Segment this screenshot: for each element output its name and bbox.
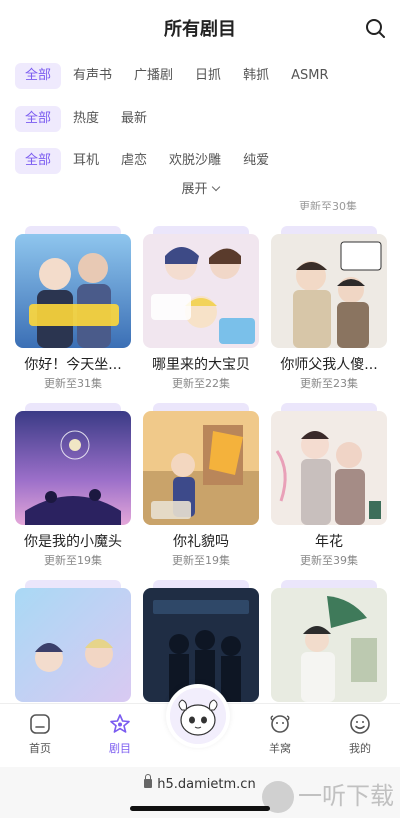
top-bar: 所有剧目 <box>0 0 400 56</box>
tab-mine-label: 我的 <box>349 742 371 755</box>
chip-tag-all[interactable]: 全部 <box>15 148 62 174</box>
drama-episodes: 更新至22集 <box>172 377 230 390</box>
drama-cover <box>271 234 387 348</box>
tab-mine[interactable]: 我的 <box>330 712 390 756</box>
chip-latest[interactable]: 最新 <box>111 106 157 132</box>
filter-row-sort: 全部 热度 最新 <box>0 102 400 136</box>
mascot-avatar <box>170 688 226 744</box>
drama-title: 你是我的小魔头 <box>24 534 122 550</box>
chip-sort-all[interactable]: 全部 <box>15 106 62 132</box>
chip-comedy[interactable]: 欢脱沙雕 <box>159 148 231 174</box>
watermark-text: 一听下载 <box>298 782 394 810</box>
drama-episodes: 更新至19集 <box>172 554 230 567</box>
filter-row-category: 全部 有声书 广播剧 日抓 韩抓 ASMR <box>0 59 400 93</box>
drama-cover <box>271 411 387 525</box>
tab-home[interactable]: 首页 <box>10 712 70 756</box>
sheep-icon <box>270 715 290 733</box>
drama-episodes: 更新至19集 <box>44 554 102 567</box>
chip-korean[interactable]: 韩抓 <box>233 63 279 89</box>
drama-title: 你好！今天坐... <box>24 357 122 373</box>
smile-icon <box>350 714 370 734</box>
drama-episodes: 更新至31集 <box>44 377 102 390</box>
home-indicator <box>130 806 270 811</box>
chip-headphones[interactable]: 耳机 <box>63 148 109 174</box>
drama-cover <box>271 588 387 702</box>
filter-row-tags: 全部 耳机 虐恋 欢脱沙雕 纯爱 <box>0 144 400 178</box>
chevron-down-icon <box>211 182 220 192</box>
expand-filters-button[interactable]: 展开 <box>0 178 400 197</box>
center-mascot-button[interactable] <box>166 684 230 748</box>
url-text: h5.damietm.cn <box>157 777 256 792</box>
tab-dramas[interactable]: 剧目 <box>90 712 150 756</box>
peek-caption: 更新至30集 <box>299 200 357 210</box>
chip-pure-love[interactable]: 纯爱 <box>233 148 279 174</box>
tab-sheep-nest[interactable]: 羊窝 <box>250 712 310 756</box>
expand-label: 展开 <box>181 182 208 197</box>
drama-cover <box>143 234 259 348</box>
chip-popular[interactable]: 热度 <box>63 106 109 132</box>
star-icon <box>110 714 130 733</box>
watermark: 一听下载 <box>262 776 394 813</box>
chip-all[interactable]: 全部 <box>15 63 62 89</box>
chip-angst[interactable]: 虐恋 <box>111 148 157 174</box>
tab-sheep-nest-label: 羊窝 <box>269 742 291 755</box>
drama-title: 你礼貌吗 <box>173 534 229 550</box>
search-icon[interactable] <box>364 17 386 39</box>
lock-icon <box>144 774 153 788</box>
page-title: 所有剧目 <box>164 19 236 40</box>
drama-episodes: 更新至39集 <box>300 554 358 567</box>
chip-asmr[interactable]: ASMR <box>281 63 338 89</box>
drama-cover <box>143 411 259 525</box>
chip-radio-drama[interactable]: 广播剧 <box>124 63 183 89</box>
drama-title: 你师父我人傻... <box>280 357 378 373</box>
home-icon <box>30 714 50 734</box>
drama-title: 年花 <box>315 534 343 550</box>
drama-episodes: 更新至23集 <box>300 377 358 390</box>
drama-cover <box>15 411 131 525</box>
drama-cover <box>15 588 131 702</box>
tab-home-label: 首页 <box>29 742 51 755</box>
drama-title: 哪里来的大宝贝 <box>152 357 250 373</box>
drama-cover <box>15 234 131 348</box>
chip-japanese[interactable]: 日抓 <box>185 63 231 89</box>
tab-dramas-label: 剧目 <box>109 742 131 755</box>
chip-audiobook[interactable]: 有声书 <box>63 63 122 89</box>
